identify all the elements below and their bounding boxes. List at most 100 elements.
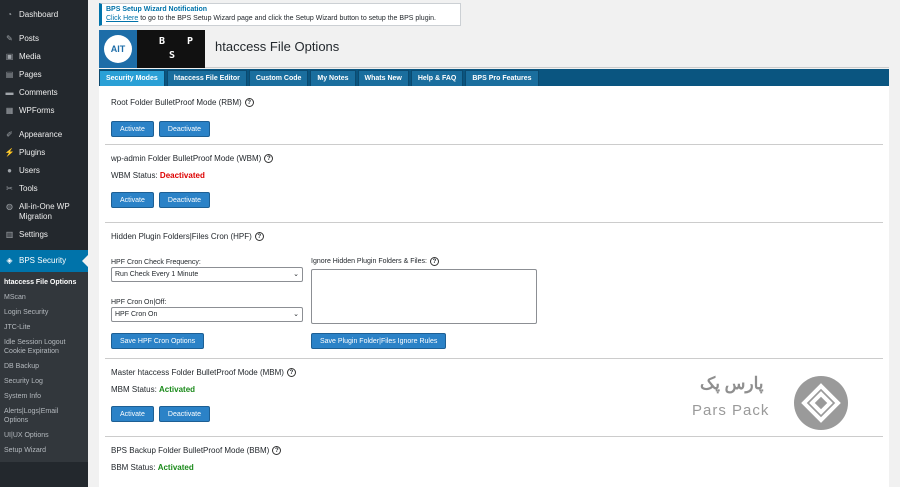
sidebar-item-bps-security[interactable]: ◈ BPS Security [0, 250, 88, 272]
hpf-section: Hidden Plugin Folders|Files Cron (HPF)? … [111, 232, 877, 349]
rbm-activate-button[interactable]: Activate [111, 121, 154, 137]
sidebar-item-users[interactable]: ● Users [0, 162, 88, 180]
sidebar-item-pages[interactable]: ▤ Pages [0, 66, 88, 84]
sidebar-item-label: BPS Security [19, 256, 67, 265]
hpf-onoff-group: HPF Cron On|Off: HPF Cron On ⌄ [111, 299, 303, 322]
page-title: htaccess File Options [215, 39, 340, 54]
tab-bar: Security Modes htaccess File Editor Cust… [99, 69, 889, 86]
wbm-title: wp-admin Folder BulletProof Mode (WBM)? [111, 154, 877, 163]
sidebar-item-comments[interactable]: ▬ Comments [0, 84, 88, 102]
submenu-system-info[interactable]: System Info [0, 389, 88, 404]
submenu-jtc-lite[interactable]: JTC-Lite [0, 320, 88, 335]
wbm-activate-button[interactable]: Activate [111, 192, 154, 208]
hpf-freq-group: HPF Cron Check Frequency: Run Check Ever… [111, 259, 303, 282]
mbm-activate-button[interactable]: Activate [111, 406, 154, 422]
sidebar-item-label: Tools [19, 184, 38, 193]
sidebar-item-tools[interactable]: ✂ Tools [0, 180, 88, 198]
hpf-title-text: Hidden Plugin Folders|Files Cron (HPF) [111, 232, 252, 241]
save-hpf-cron-options-button[interactable]: Save HPF Cron Options [111, 333, 205, 349]
help-icon[interactable]: ? [272, 446, 282, 455]
hpf-title: Hidden Plugin Folders|Files Cron (HPF)? [111, 232, 877, 241]
submenu-security-log[interactable]: Security Log [0, 374, 88, 389]
pin-icon: ✎ [6, 34, 13, 43]
tab-bps-pro-features[interactable]: BPS Pro Features [465, 70, 539, 86]
user-icon: ● [7, 166, 12, 175]
rbm-deactivate-button[interactable]: Deactivate [158, 121, 210, 137]
tab-help-faq[interactable]: Help & FAQ [410, 70, 464, 86]
bps-logo-mark: B P S [137, 30, 205, 68]
sidebar-item-label: Media [19, 52, 41, 61]
wbm-buttons: Activate Deactivate [111, 192, 877, 208]
tab-whats-new[interactable]: Whats New [357, 70, 409, 86]
hpf-freq-select[interactable]: Run Check Every 1 Minute ⌄ [111, 267, 303, 282]
submenu-db-backup[interactable]: DB Backup [0, 359, 88, 374]
save-ignore-rules-button[interactable]: Save Plugin Folder|Files Ignore Rules [311, 333, 447, 349]
help-icon[interactable]: ? [244, 98, 254, 107]
sidebar-item-dashboard[interactable]: ◔ Dashboard [0, 6, 88, 24]
sidebar-item-label: Dashboard [19, 10, 59, 19]
tab-security-modes[interactable]: Security Modes [99, 70, 165, 86]
rbm-title-text: Root Folder BulletProof Mode (RBM) [111, 98, 242, 107]
bbm-title: BPS Backup Folder BulletProof Mode (BBM)… [111, 446, 877, 455]
sidebar-item-label: Posts [19, 34, 40, 43]
parspack-watermark: پارس پک Pars Pack [680, 372, 850, 436]
hpf-freq-label: HPF Cron Check Frequency: [111, 259, 201, 266]
notice-link[interactable]: Click Here [106, 15, 138, 22]
page-icon: ▤ [5, 70, 14, 79]
sidebar-item-settings[interactable]: ▥ Settings [0, 226, 88, 244]
setup-wizard-notice: BPS Setup Wizard Notification Click Here… [99, 3, 461, 26]
submenu-htaccess-file-options[interactable]: htaccess File Options [0, 275, 88, 290]
hpf-ignore-label-text: Ignore Hidden Plugin Folders & Files: [311, 258, 427, 265]
submenu-alerts-logs-email[interactable]: Alerts|Logs|Email Options [0, 404, 88, 428]
sidebar-item-media[interactable]: ▣ Media [0, 48, 88, 66]
hpf-ignore-textarea[interactable] [311, 269, 537, 324]
sidebar-item-label: All-in-One WP Migration [19, 202, 70, 221]
submenu-login-security[interactable]: Login Security [0, 305, 88, 320]
hpf-save-ignore-wrap: Save Plugin Folder|Files Ignore Rules [311, 333, 451, 349]
submenu-mscan[interactable]: MScan [0, 290, 88, 305]
mbm-deactivate-button[interactable]: Deactivate [158, 406, 210, 422]
sidebar-item-label: Users [19, 166, 40, 175]
hpf-onoff-label: HPF Cron On|Off: [111, 299, 167, 306]
sidebar-item-posts[interactable]: ✎ Posts [0, 30, 88, 48]
wbm-status-label: WBM Status: [111, 171, 158, 180]
hpf-save-options-wrap: Save HPF Cron Options [111, 333, 209, 349]
hpf-ignore-label: Ignore Hidden Plugin Folders & Files:? [311, 257, 537, 266]
submenu-idle-session-logout[interactable]: Idle Session Logout Cookie Expiration [0, 335, 88, 359]
sidebar-item-appearance[interactable]: ✐ Appearance [0, 126, 88, 144]
sidebar-item-wpforms[interactable]: ▦ WPForms [0, 102, 88, 120]
notice-body: Click Here to go to the BPS Setup Wizard… [106, 14, 456, 23]
tab-custom-code[interactable]: Custom Code [248, 70, 309, 86]
help-icon[interactable]: ? [429, 257, 439, 266]
header-divider [205, 67, 889, 68]
help-icon[interactable]: ? [254, 232, 264, 241]
section-divider [105, 222, 883, 223]
help-icon[interactable]: ? [264, 154, 274, 163]
help-icon[interactable]: ? [286, 368, 296, 377]
sidebar-item-label: Settings [19, 230, 48, 239]
dashboard-icon: ◔ [7, 10, 12, 19]
watermark-text-en: Pars Pack [692, 402, 770, 419]
sidebar-item-plugins[interactable]: ⚡ Plugins [0, 144, 88, 162]
comment-icon: ▬ [5, 88, 14, 97]
sidebar-item-label: Plugins [19, 148, 46, 157]
submenu-ui-ux-options[interactable]: UI|UX Options [0, 428, 88, 443]
wbm-deactivate-button[interactable]: Deactivate [158, 192, 210, 208]
admin-sidebar: ◔ Dashboard ✎ Posts ▣ Media ▤ Pages ▬ Comment… [0, 0, 88, 487]
hpf-onoff-select[interactable]: HPF Cron On ⌄ [111, 307, 303, 322]
submenu-setup-wizard[interactable]: Setup Wizard [0, 443, 88, 458]
bbm-status-value: Activated [157, 463, 194, 472]
mbm-status-label: MBM Status: [111, 385, 157, 394]
bps-logo: AIT B P S [99, 30, 205, 68]
bps-submenu: htaccess File Options MScan Login Securi… [0, 272, 88, 462]
bps-logo-text-top: B P [159, 36, 202, 47]
notice-title: BPS Setup Wizard Notification [106, 6, 208, 13]
tab-htaccess-file-editor[interactable]: htaccess File Editor [166, 70, 247, 86]
wbm-section: wp-admin Folder BulletProof Mode (WBM)? … [111, 154, 877, 208]
mbm-title-text: Master htaccess Folder BulletProof Mode … [111, 368, 284, 377]
sidebar-item-migration[interactable]: ◍ All-in-One WP Migration [0, 198, 88, 226]
tab-my-notes[interactable]: My Notes [310, 70, 356, 86]
app: ◔ Dashboard ✎ Posts ▣ Media ▤ Pages ▬ Comment… [0, 0, 900, 487]
section-divider [105, 144, 883, 145]
sidebar-item-label: WPForms [19, 106, 55, 115]
